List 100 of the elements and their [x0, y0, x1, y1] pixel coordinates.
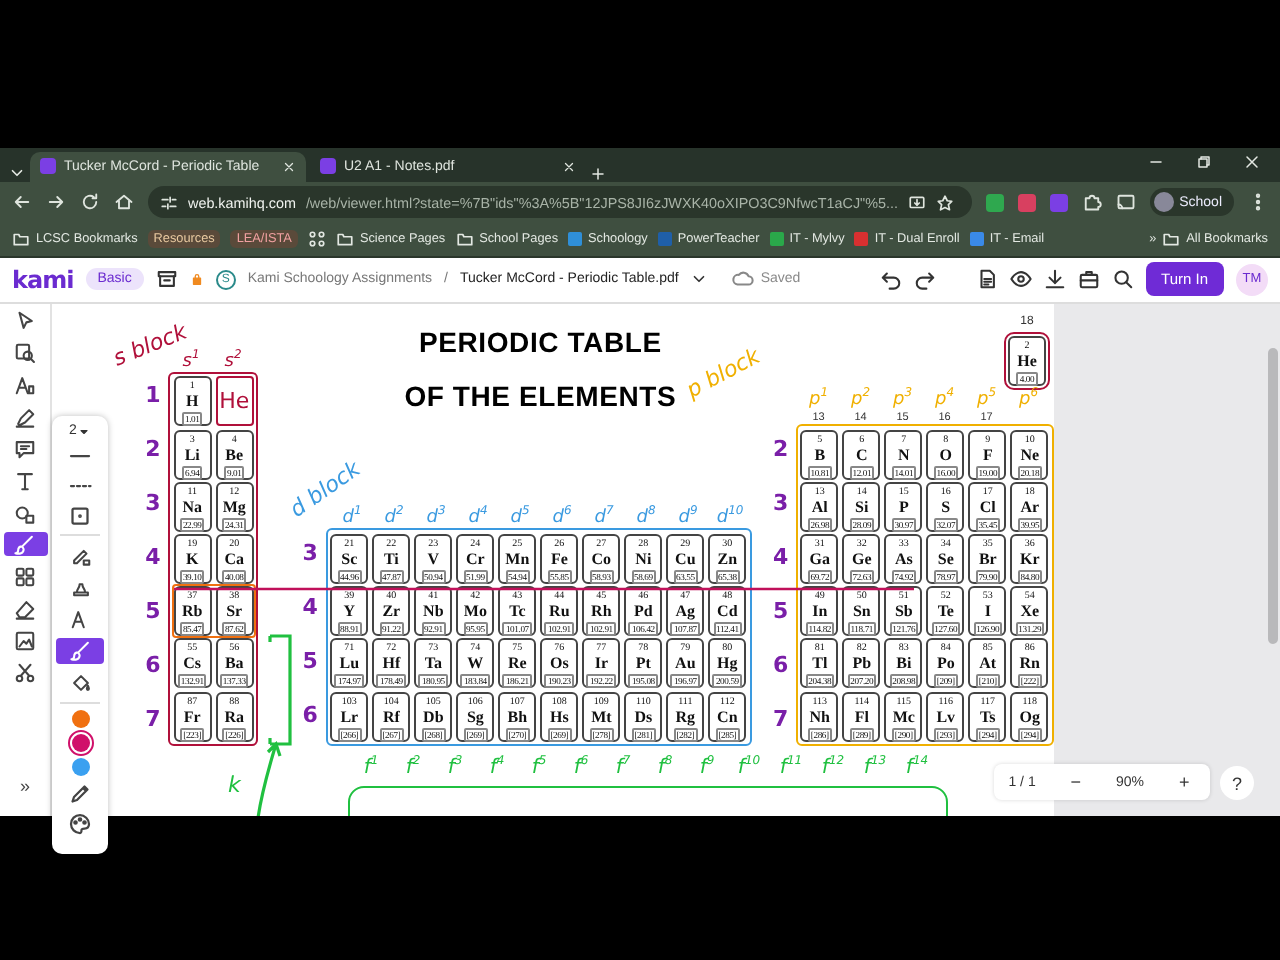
puzzle-icon[interactable] — [1081, 192, 1102, 213]
back-icon[interactable] — [12, 192, 32, 213]
expand-button[interactable]: » — [19, 776, 30, 796]
element-symbol: Ni — [635, 550, 652, 569]
element-symbol: Si — [855, 497, 869, 516]
element-symbol: Nb — [423, 602, 444, 621]
element-symbol: Be — [225, 445, 244, 464]
handwritten-label: d$^{6}$ — [550, 502, 574, 529]
handwritten-label: p$^{1}$ — [807, 384, 831, 410]
redo-icon[interactable] — [913, 268, 936, 291]
element-symbol: Cd — [717, 602, 738, 621]
handwritten-label: p$^{2}$ — [849, 384, 873, 410]
archive-icon[interactable] — [155, 268, 178, 291]
cursor-icon[interactable] — [14, 309, 36, 331]
forward-icon[interactable] — [46, 192, 66, 213]
tune-icon[interactable] — [160, 193, 178, 212]
element-symbol: In — [812, 602, 828, 621]
plus-icon[interactable] — [590, 165, 606, 182]
handwritten-number: 2 — [770, 433, 791, 465]
element-symbol: Mg — [222, 497, 246, 516]
close-icon[interactable] — [562, 159, 576, 174]
element-symbol: Se — [937, 550, 954, 569]
app-icon — [40, 158, 56, 175]
element-symbol: Y — [343, 602, 356, 621]
element-symbol: Tc — [509, 602, 526, 621]
apps-icon[interactable] — [307, 230, 326, 249]
pencil-icon[interactable] — [68, 782, 92, 806]
speech-bubble-icon[interactable] — [14, 437, 36, 459]
image-icon[interactable] — [14, 629, 36, 651]
element-symbol: I — [984, 602, 991, 621]
element-symbol: Li — [184, 445, 200, 464]
element-symbol: He — [1017, 352, 1037, 370]
home-icon[interactable] — [114, 192, 134, 213]
pen-lock-icon[interactable] — [69, 544, 91, 566]
element-symbol: Mo — [463, 602, 487, 621]
handwritten-label: f$^{9}$ — [697, 752, 717, 780]
restore-icon[interactable] — [1196, 153, 1212, 170]
undo-icon[interactable] — [879, 268, 902, 291]
handwritten-label: d$^{1}$ — [342, 504, 364, 529]
element-symbol: Te — [937, 602, 954, 621]
element-symbol: N — [898, 445, 910, 464]
folder-icon — [1162, 230, 1181, 249]
document-icon[interactable] — [975, 268, 998, 291]
text-style-icon[interactable] — [69, 608, 91, 630]
reload-icon[interactable] — [80, 192, 100, 213]
handwritten-label: f$^{13}$ — [861, 752, 889, 780]
element-symbol: Cu — [675, 550, 696, 569]
logo[interactable]: kami — [12, 265, 74, 294]
handwritten-label: d$^{2}$ — [382, 502, 406, 529]
toolbox-icon[interactable] — [1077, 268, 1100, 291]
element-symbol: Zr — [382, 602, 401, 621]
zoom-in-button[interactable]: + — [1172, 772, 1196, 792]
element-symbol: W — [467, 654, 484, 673]
element-symbol: Bh — [507, 707, 528, 726]
element-symbol: Ru — [549, 602, 570, 621]
handwritten-label: p$^{5}$ — [975, 384, 999, 410]
highlighter-icon[interactable] — [14, 405, 36, 427]
element-symbol: Cr — [466, 550, 485, 569]
element-symbol: Pt — [635, 654, 651, 673]
color-swatch[interactable] — [71, 758, 89, 776]
element-symbol: Ca — [224, 550, 244, 569]
brush-icon[interactable] — [14, 533, 36, 555]
cast-icon[interactable] — [1115, 192, 1136, 213]
element-symbol: Ta — [424, 654, 442, 673]
eraser-icon[interactable] — [14, 597, 36, 619]
color-swatch[interactable] — [71, 710, 89, 728]
element-symbol: Xe — [1020, 602, 1040, 621]
eye-icon[interactable] — [1009, 268, 1032, 291]
element-symbol: Db — [423, 707, 444, 726]
scrollbar[interactable] — [1268, 348, 1278, 644]
fill-bucket-icon[interactable] — [69, 672, 91, 694]
brush-icon[interactable] — [69, 640, 91, 662]
dotted-square-icon[interactable] — [68, 504, 92, 528]
element-symbol: Ga — [809, 550, 830, 569]
text-tool-icon[interactable] — [14, 469, 36, 491]
palette-icon[interactable] — [68, 812, 92, 836]
element-symbol: Sg — [466, 707, 484, 726]
element-symbol: B — [814, 445, 826, 464]
search-icon[interactable] — [1111, 268, 1134, 291]
close-icon[interactable] — [282, 159, 296, 174]
zoom-out-button[interactable]: − — [1064, 772, 1088, 792]
handwritten-label: f$^{14}$ — [903, 752, 931, 780]
handwritten-number: 4 — [770, 541, 791, 573]
scissors-icon[interactable] — [14, 661, 36, 683]
color-swatch[interactable] — [71, 734, 89, 752]
download-icon[interactable] — [1043, 268, 1066, 291]
element-symbol: O — [939, 445, 952, 464]
star-icon[interactable] — [935, 193, 954, 212]
shapes-icon[interactable] — [14, 501, 36, 523]
element-symbol: Au — [675, 654, 696, 673]
handwritten-number: 7 — [770, 703, 791, 735]
magnifier-icon[interactable] — [14, 341, 36, 363]
grid-icon[interactable] — [14, 565, 36, 587]
handwritten-number: 4 — [143, 542, 163, 575]
install-icon[interactable] — [907, 193, 926, 212]
element-symbol: Kr — [1020, 550, 1040, 569]
handwritten-label: f$^{12}$ — [819, 752, 847, 780]
element-symbol: Pb — [852, 654, 872, 673]
element-symbol: Ts — [980, 707, 996, 726]
close-icon[interactable] — [1244, 153, 1260, 170]
